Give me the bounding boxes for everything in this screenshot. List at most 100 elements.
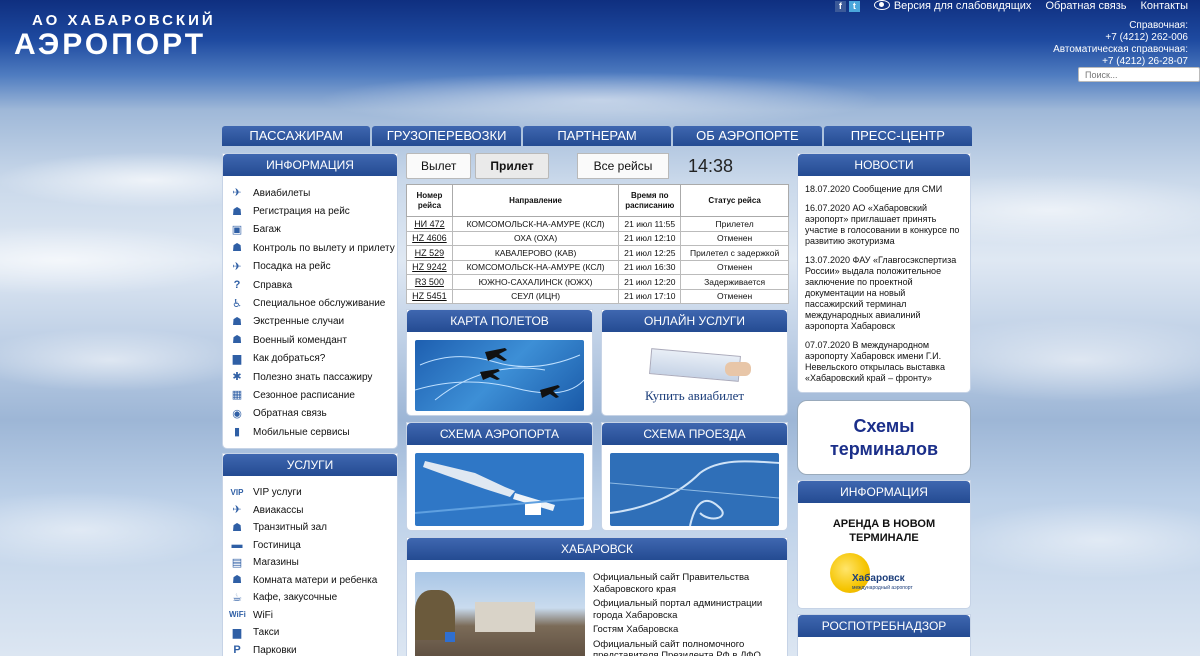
nav-cargo[interactable]: ГРУЗОПЕРЕВОЗКИ [372,126,521,146]
info-menu-item[interactable]: ▣ Багаж [229,221,397,239]
online-services-tile[interactable]: ОНЛАЙН УСЛУГИ Купить авиабилет [601,309,788,416]
flight-destination: КАВАЛЕРОВО (КАВ) [451,245,620,261]
buy-ticket-link[interactable]: Купить авиабилет [610,388,779,404]
col-status: Статус рейса [680,184,789,217]
info-menu-item[interactable]: ♿ Специальное обслуживание [229,294,397,312]
site-logo[interactable]: АО ХАБАРОВСКИЙ АЭРОПОРТ [14,12,216,61]
flight-row: HZ 9242 КОМСОМОЛЬСК-НА-АМУРЕ (КСЛ) 21 июл … [406,259,789,275]
services-menu-item[interactable]: ▆ Такси [229,624,397,642]
info-menu-item[interactable]: ✈ Посадка на рейс [229,258,397,276]
current-time: 14:38 [688,156,734,176]
taxi-icon: ▆ [232,626,242,639]
services-menu-item[interactable]: ▤ Магазины [229,554,397,572]
flight-number[interactable]: HZ 4606 [406,230,453,246]
services-menu-item-label: Транзитный зал [253,522,327,534]
info-menu-item[interactable]: ✱ Полезно знать пассажиру [229,368,397,386]
services-menu-item[interactable]: ✈ Авиакассы [229,502,397,520]
services-menu-item[interactable]: ▬ Гостиница [229,537,397,555]
info-menu-item-label: Как добраться? [253,353,326,365]
info-menu-item-label: Сезонное расписание [253,389,355,401]
services-menu-item-label: Магазины [253,557,299,569]
rospotrebnadzor-panel[interactable]: РОСПОТРЕБНАДЗОР [797,614,971,656]
tab-arrival[interactable]: Прилет [475,153,549,179]
route-scheme-tile[interactable]: СХЕМА ПРОЕЗДА [601,422,788,531]
flights-header-row: Номер рейса Направление Время по расписа… [406,184,789,217]
col-destination: Направление [451,184,620,217]
airport-scheme-tile[interactable]: СХЕМА АЭРОПОРТА [406,422,593,531]
feedback-link[interactable]: Обратная связь [1045,0,1126,12]
mother-child-icon: ☗ [232,574,242,587]
flight-status: Отменен [680,259,789,275]
terminal-illustration [415,461,584,515]
info-right-title: ИНФОРМАЦИЯ [798,481,970,503]
nav-about[interactable]: ОБ АЭРОПОРТЕ [673,126,822,146]
contacts-link[interactable]: Контакты [1140,0,1188,12]
flight-status: Отменен [680,230,789,246]
services-menu-item-label: VIP услуги [253,487,302,499]
info-menu-item[interactable]: ☗ Экстренные случаи [229,313,397,331]
services-menu-item[interactable]: ☕ Кафе, закусочные [229,589,397,607]
nav-partners[interactable]: ПАРТНЕРАМ [522,126,672,146]
road-illustration [610,460,779,526]
info-right-panel: ИНФОРМАЦИЯ АРЕНДА В НОВОМ ТЕРМИНАЛЕ Хаба… [797,480,971,609]
info-menu-item[interactable]: ☗ Контроль по вылету и прилету [229,239,397,257]
info-menu-item[interactable]: ▦ Сезонное расписание [229,386,397,404]
services-menu-item-label: Гостиница [253,539,301,551]
services-menu-item-label: Такси [253,627,280,639]
info-panel-title: ИНФОРМАЦИЯ [223,154,397,176]
airport-scheme-title: СХЕМА АЭРОПОРТА [407,423,592,445]
city-photo [415,572,585,656]
services-menu-item[interactable]: ☗ Комната матери и ребенка [229,572,397,590]
city-link[interactable]: Официальный портал администрации города … [593,598,789,621]
info-icon: ✱ [232,371,242,384]
help-label: Справочная: [1129,20,1188,31]
flight-number[interactable]: HZ 529 [406,245,453,261]
info-menu-item-label: Багаж [253,224,281,236]
city-link[interactable]: Официальный сайт Правительства Хабаровск… [593,572,789,595]
info-menu-item[interactable]: ✈ Авиабилеты [229,184,397,202]
services-menu-item[interactable]: VIP VIP услуги [229,484,397,502]
flight-number[interactable]: HZ 9242 [406,259,453,275]
route-scheme-title: СХЕМА ПРОЕЗДА [602,423,787,445]
terminal-schemes-banner[interactable]: Схемы терминалов [797,400,971,475]
wheelchair-icon: ♿ [232,297,242,310]
wifi-icon: WiFi [229,610,246,620]
flight-number[interactable]: R3 500 [406,274,453,290]
info-menu-item[interactable]: ▮ Мобильные сервисы [229,423,397,441]
nav-passengers[interactable]: ПАССАЖИРАМ [222,126,371,146]
news-item[interactable]: 18.07.2020 Сообщение для СМИ [805,184,963,195]
info-menu-item[interactable]: ? Справка [229,276,397,294]
services-menu-item-label: Парковки [253,644,297,656]
all-flights-button[interactable]: Все рейсы [577,153,669,179]
vip-icon: VIP [230,487,244,497]
nav-press[interactable]: ПРЕСС-ЦЕНТР [823,126,973,146]
services-menu-item[interactable]: WiFi WiFi [229,607,397,625]
flight-row: HZ 5451 СЕУЛ (ИЦН) 21 июл 17:10 Отменен [406,288,789,304]
accessibility-link[interactable]: Версия для слабовидящих [873,0,1031,12]
rent-text[interactable]: АРЕНДА В НОВОМ ТЕРМИНАЛЕ [798,503,970,545]
info-menu-item[interactable]: ◉ Обратная связь [229,405,397,423]
flight-number[interactable]: HZ 5451 [406,288,453,304]
news-item[interactable]: 07.07.2020 В международном аэропорту Хаб… [805,340,963,384]
news-item[interactable]: 13.07.2020 ФАУ «Главгосэкспертиза России… [805,255,963,332]
eye-icon [873,0,890,10]
search-input[interactable] [1078,67,1200,82]
flight-map-tile[interactable]: КАРТА ПОЛЕТОВ [406,309,593,416]
info-menu-item-label: Специальное обслуживание [253,298,386,310]
airport-logo[interactable]: Хабаровск международный аэропорт [830,553,940,597]
city-link[interactable]: Гостям Хабаровска [593,624,789,636]
facebook-icon[interactable]: f [834,0,846,12]
flight-number[interactable]: НИ 472 [406,216,453,232]
twitter-icon[interactable]: t [848,0,860,12]
info-menu-item[interactable]: ☗ Регистрация на рейс [229,202,397,220]
info-menu-item[interactable]: ☗ Военный комендант [229,331,397,349]
flight-time: 21 июл 12:25 [618,245,682,261]
city-link[interactable]: Официальный сайт полномочного представит… [593,639,789,656]
news-item[interactable]: 16.07.2020 АО «Хабаровский аэропорт» при… [805,203,963,247]
col-scheduled-time: Время по расписанию [618,184,682,217]
services-menu-item[interactable]: ☗ Транзитный зал [229,519,397,537]
cafe-icon: ☕ [232,591,242,604]
services-menu-item[interactable]: P Парковки [229,642,397,656]
tab-departure[interactable]: Вылет [406,153,472,179]
info-menu-item[interactable]: ▆ Как добраться? [229,350,397,368]
